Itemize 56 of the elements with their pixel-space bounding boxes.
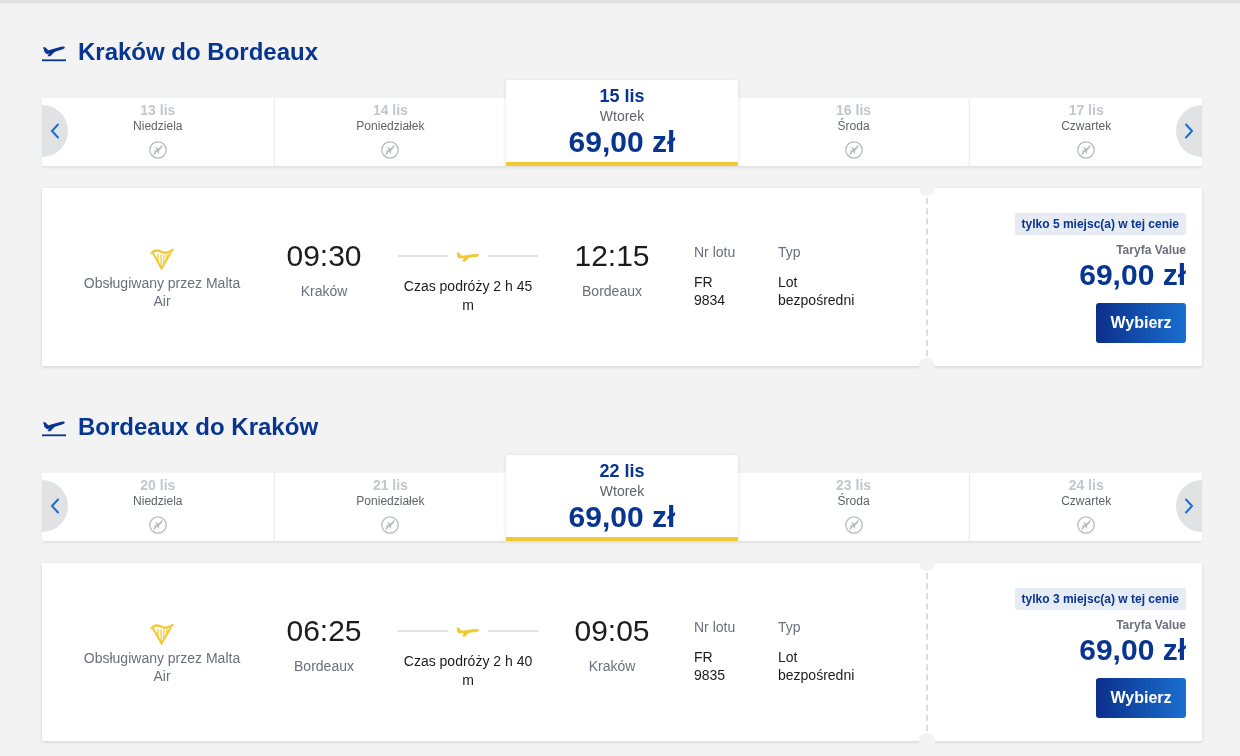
departure-city: Bordeaux [294, 657, 354, 675]
crossed-plane-icon [844, 141, 863, 159]
seats-badge: tylko 5 miejsc(a) w tej cenie [1014, 213, 1186, 235]
chevron-left-icon [50, 123, 60, 139]
date-tab[interactable]: 17 lis Czwartek [969, 98, 1202, 166]
date-tab[interactable]: 20 lis Niedziela [42, 473, 274, 541]
chevron-left-icon [50, 498, 60, 514]
date-tab[interactable]: 15 lis Wtorek 69,00 zł [506, 80, 738, 166]
date-tab[interactable]: 24 lis Czwartek [969, 473, 1202, 541]
flight-type: Lot bezpośredni [778, 273, 856, 309]
select-button[interactable]: Wybierz [1096, 303, 1186, 343]
flight-number: FR 9835 [694, 648, 727, 684]
plane-icon [456, 625, 480, 637]
arrival-time: 12:15 [574, 238, 650, 274]
chevron-right-icon [1184, 498, 1194, 514]
operator-text: Obsługiwany przez Malta Air [82, 649, 242, 685]
arrival-city: Bordeaux [582, 282, 642, 300]
flight-number-label: Nr lotu [694, 243, 736, 261]
date-tab[interactable]: 22 lis Wtorek 69,00 zł [506, 455, 738, 541]
chevron-right-icon [1184, 123, 1194, 139]
fare-name: Taryfa Value [1116, 617, 1186, 633]
crossed-plane-icon [148, 141, 167, 159]
date-tab[interactable]: 14 lis Poniedziałek [273, 98, 507, 166]
date-tab[interactable]: 23 lis Środa [737, 473, 970, 541]
fare-price: 69,00 zł [1079, 258, 1186, 292]
route-title: Kraków do Bordeaux [78, 37, 319, 67]
seats-badge: tylko 3 miejsc(a) w tej cenie [1014, 588, 1186, 610]
crossed-plane-icon [1077, 141, 1096, 159]
departure-city: Kraków [300, 282, 348, 300]
select-button[interactable]: Wybierz [1096, 678, 1186, 718]
route-title: Bordeaux do Kraków [78, 412, 319, 442]
crossed-plane-icon [148, 516, 167, 534]
flight-type: Lot bezpośredni [778, 648, 856, 684]
arrival-city: Kraków [588, 657, 636, 675]
duration-text: Czas podróży 2 h 45 m [402, 277, 534, 315]
flight-number-label: Nr lotu [694, 618, 736, 636]
flight-type-label: Typ [778, 618, 801, 636]
crossed-plane-icon [1077, 516, 1096, 534]
fare-price: 69,00 zł [1079, 633, 1186, 667]
fare-name: Taryfa Value [1116, 242, 1186, 258]
arrival-time: 09:05 [574, 613, 650, 649]
departure-time: 06:25 [286, 613, 362, 649]
crossed-plane-icon [381, 516, 400, 534]
operator-text: Obsługiwany przez Malta Air [82, 274, 242, 310]
harp-icon [150, 621, 174, 645]
crossed-plane-icon [381, 141, 400, 159]
harp-icon [150, 246, 174, 270]
date-tab[interactable]: 16 lis Środa [737, 98, 970, 166]
crossed-plane-icon [844, 516, 863, 534]
duration-text: Czas podróży 2 h 40 m [402, 652, 534, 690]
plane-icon [456, 250, 480, 262]
flight-number: FR 9834 [694, 273, 727, 309]
flight-type-label: Typ [778, 243, 801, 261]
departure-time: 09:30 [286, 238, 362, 274]
date-tab[interactable]: 21 lis Poniedziałek [273, 473, 507, 541]
date-tab[interactable]: 13 lis Niedziela [42, 98, 274, 166]
